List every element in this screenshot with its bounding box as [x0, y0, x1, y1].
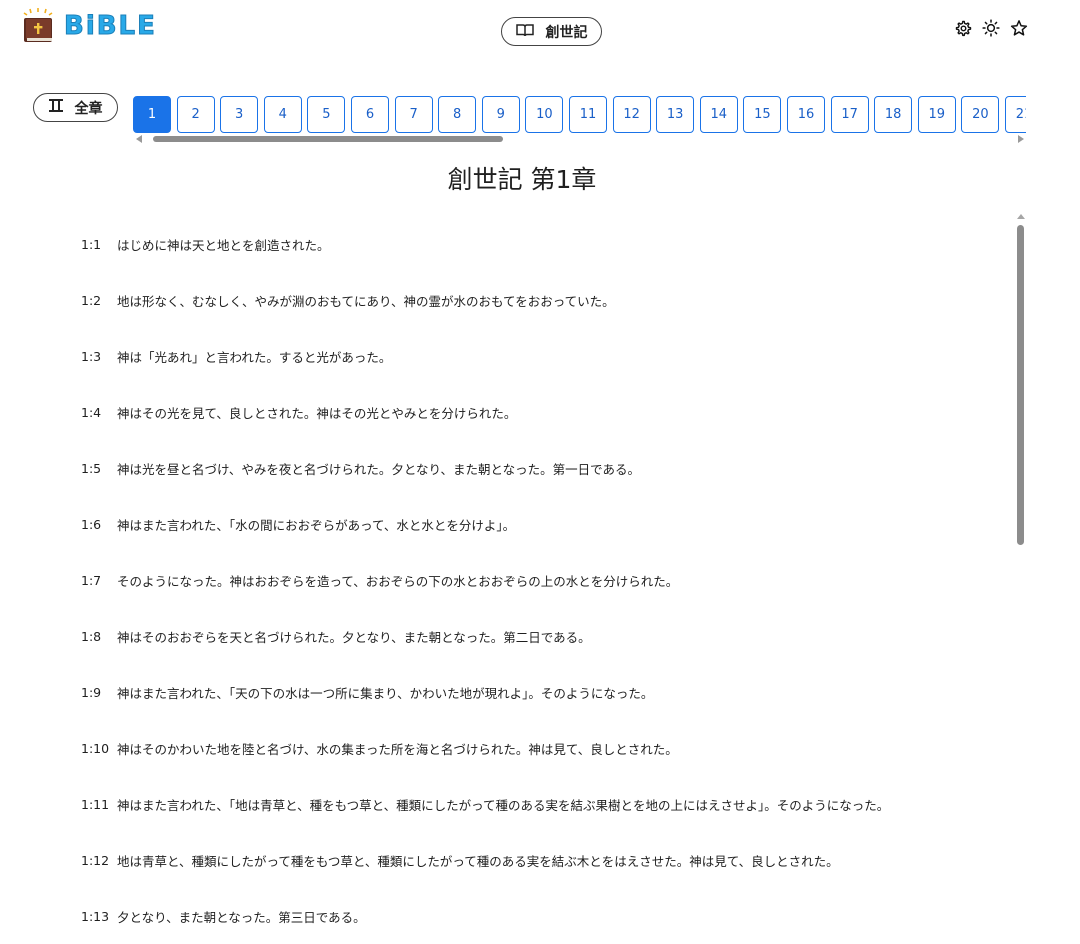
chapter-button[interactable]: 15 [743, 96, 782, 133]
verse-number: 1:7 [81, 572, 102, 588]
verse-text: 地は青草と、種類にしたがって種をもつ草と、種類にしたがって種のある実を結ぶ木とを… [117, 853, 839, 869]
sun-icon[interactable] [982, 19, 1000, 37]
verse-row[interactable]: 1:2 地は形なく、むなしく、やみが淵のおもてにあり、神の霊が水のおもてをおおって… [81, 290, 615, 310]
scrollbar-thumb[interactable] [153, 136, 503, 142]
book-name-label: 創世記 [545, 24, 588, 41]
chapter-list-icon [48, 99, 63, 116]
chapter-button[interactable]: 16 [787, 96, 825, 133]
verse-row[interactable]: 1:13 夕となり、また朝となった。第三日である。 [81, 906, 366, 926]
verse-text: 神はまた言われた、「天の下の水は一つ所に集まり、かわいた地が現れよ」。そのように… [117, 685, 654, 701]
chapter-button[interactable]: 3 [220, 96, 259, 133]
chapter-title: 創世記 第1章 [447, 165, 597, 194]
verse-row[interactable]: 1:10 神はそのかわいた地を陸と名づけ、水の集まった所を海と名づけられた。神は見… [81, 738, 678, 758]
scroll-up-arrow-icon[interactable] [1017, 214, 1025, 219]
verse-number: 1:9 [81, 684, 102, 700]
verse-row[interactable]: 1:4 神はその光を見て、良しとされた。神はその光とやみとを分けられた。 [81, 402, 516, 422]
chapter-button[interactable]: 21 [1005, 96, 1026, 133]
verse-text: 地は形なく、むなしく、やみが淵のおもてにあり、神の霊が水のおもてをおおっていた。 [117, 293, 615, 309]
chapter-button[interactable]: 4 [263, 96, 302, 133]
chapter-button[interactable]: 12 [612, 96, 651, 133]
verse-text: 神はまた言われた、「水の間におおぞらがあって、水と水とを分けよ」。 [117, 517, 516, 533]
verse-row[interactable]: 1:1 はじめに神は天と地とを創造された。 [81, 234, 330, 254]
logo-text: BiBLE [64, 11, 157, 42]
verse-number: 1:3 [81, 348, 102, 364]
chapter-selector: 123456789101112131415161718192021 [133, 96, 1026, 134]
scrollbar-thumb[interactable] [1017, 225, 1024, 545]
scroll-right-arrow-icon[interactable] [1018, 135, 1024, 143]
verse-row[interactable]: 1:12 地は青草と、種類にしたがって種をもつ草と、種類にしたがって種のある実を結… [81, 850, 839, 870]
chapter-horizontal-scrollbar[interactable] [133, 135, 1026, 143]
app-header: BiBLE 創世記 [0, 0, 1080, 60]
chapter-button[interactable]: 7 [394, 96, 433, 133]
chapter-button[interactable]: 1 [133, 96, 171, 133]
verse-text: 神はそのかわいた地を陸と名づけ、水の集まった所を海と名づけられた。神は見て、良し… [117, 741, 678, 757]
verse-row[interactable]: 1:9 神はまた言われた、「天の下の水は一つ所に集まり、かわいた地が現れよ」。その… [81, 682, 653, 702]
header-actions [954, 19, 1028, 37]
verse-row[interactable]: 1:3 神は「光あれ」と言われた。すると光があった。 [81, 346, 391, 366]
verse-number: 1:12 [81, 852, 110, 868]
verse-text: はじめに神は天と地とを創造された。 [117, 237, 330, 253]
verse-row[interactable]: 1:7 そのようになった。神はおおぞらを造って、おおぞらの下の水とおおぞらの上の水… [81, 570, 678, 590]
scroll-left-arrow-icon[interactable] [136, 135, 142, 143]
verse-text: 神はまた言われた、「地は青草と、種をもつ草と、種類にしたがって種のある実を結ぶ果… [117, 797, 890, 813]
verse-number: 1:4 [81, 404, 102, 420]
verse-text: 夕となり、また朝となった。第三日である。 [117, 909, 366, 925]
verse-number: 1:6 [81, 516, 102, 532]
chapter-button[interactable]: 6 [351, 96, 389, 133]
verse-number: 1:11 [81, 796, 110, 812]
verse-text: 神は光を昼と名づけ、やみを夜と名づけられた。夕となり、また朝となった。第一日であ… [117, 461, 641, 477]
book-open-icon [515, 23, 534, 41]
chapter-button[interactable]: 5 [307, 96, 346, 133]
chapter-button[interactable]: 13 [656, 96, 695, 133]
all-chapters-button[interactable]: 全章 [33, 93, 118, 122]
verse-list: 1:1 はじめに神は天と地とを創造された。 1:2 地は形なく、むなしく、やみが淵のお… [0, 214, 1012, 944]
verse-number: 1:10 [81, 740, 110, 756]
verse-text: そのようになった。神はおおぞらを造って、おおぞらの下の水とおおぞらの上の水とを分… [117, 573, 679, 589]
verse-row[interactable]: 1:8 神はそのおおぞらを天と名づけられた。夕となり、また朝となった。第二日である… [81, 626, 591, 646]
bible-book-icon [22, 8, 54, 44]
gear-icon[interactable] [954, 19, 972, 37]
verse-text: 神は「光あれ」と言われた。すると光があった。 [117, 349, 392, 365]
chapter-button[interactable]: 17 [830, 96, 869, 133]
verse-number: 1:8 [81, 628, 102, 644]
chapter-button[interactable]: 14 [699, 96, 738, 133]
verse-number: 1:1 [81, 236, 102, 252]
chapter-button[interactable]: 20 [961, 96, 1000, 133]
chapter-button[interactable]: 2 [176, 96, 215, 133]
verse-row[interactable]: 1:6 神はまた言われた、「水の間におおぞらがあって、水と水とを分けよ」。 [81, 514, 515, 534]
chapter-button[interactable]: 19 [917, 96, 956, 133]
chapter-button[interactable]: 9 [481, 96, 520, 133]
chapter-button[interactable]: 8 [438, 96, 477, 133]
app-logo[interactable]: BiBLE [22, 8, 157, 44]
verse-number: 1:5 [81, 460, 102, 476]
verse-row[interactable]: 1:5 神は光を昼と名づけ、やみを夜と名づけられた。夕となり、また朝となった。第一… [81, 458, 640, 478]
all-chapters-label: 全章 [74, 100, 103, 117]
star-icon[interactable] [1010, 19, 1028, 37]
verse-number: 1:2 [81, 292, 102, 308]
verses-vertical-scrollbar[interactable] [1014, 212, 1028, 944]
chapter-button[interactable]: 10 [525, 96, 564, 133]
verse-text: 神はそのおおぞらを天と名づけられた。夕となり、また朝となった。第二日である。 [117, 629, 591, 645]
chapter-button[interactable]: 18 [874, 96, 913, 133]
verse-text: 神はその光を見て、良しとされた。神はその光とやみとを分けられた。 [117, 405, 517, 421]
verse-number: 1:13 [81, 908, 110, 924]
verse-row[interactable]: 1:11 神はまた言われた、「地は青草と、種をもつ草と、種類にしたがって種のある実… [81, 794, 889, 814]
chapter-button[interactable]: 11 [569, 96, 607, 133]
book-select-button[interactable]: 創世記 [501, 17, 602, 46]
